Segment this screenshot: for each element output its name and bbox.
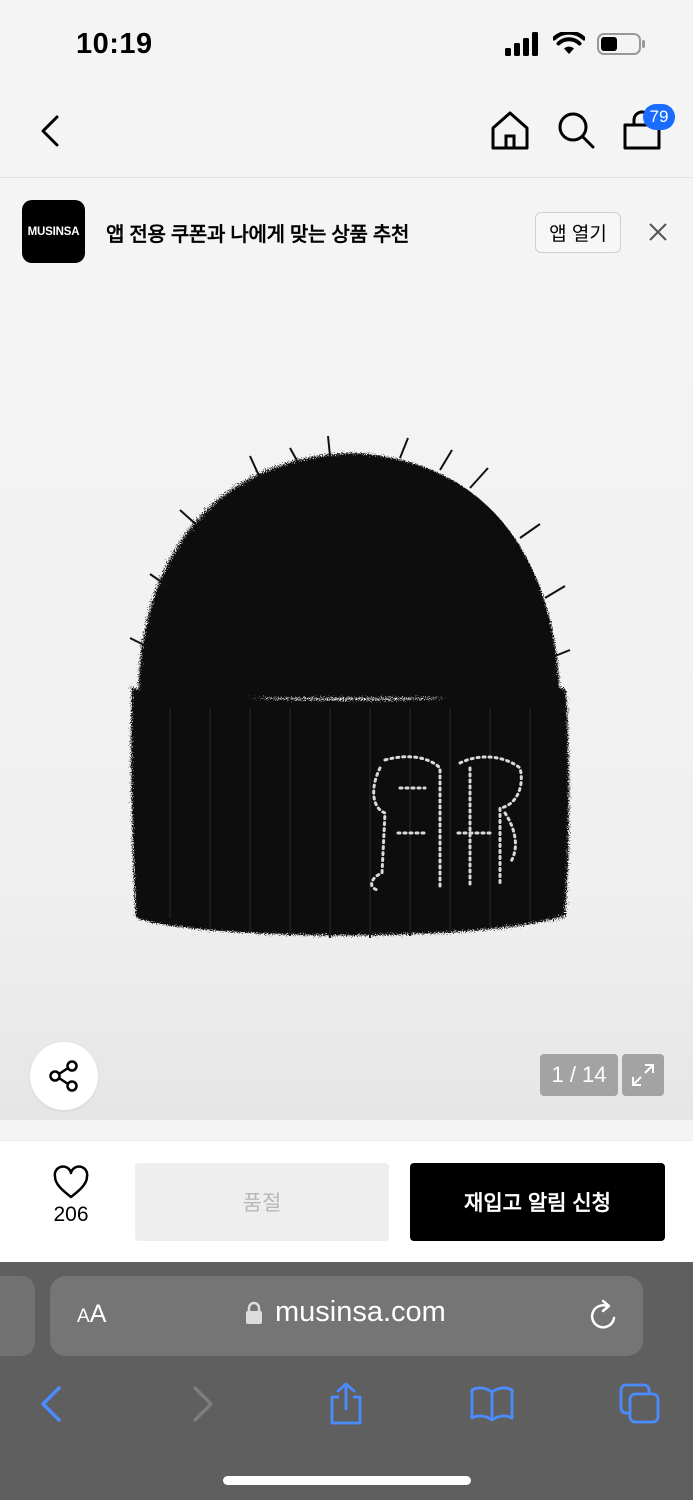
close-banner-button[interactable] bbox=[644, 218, 672, 251]
musinsa-logo: MUSINSA bbox=[22, 200, 85, 263]
status-bar: 10:19 bbox=[0, 0, 693, 90]
search-button[interactable] bbox=[555, 108, 597, 152]
home-button[interactable] bbox=[489, 108, 531, 152]
soldout-button[interactable]: 품절 bbox=[135, 1163, 389, 1241]
wifi-icon bbox=[553, 32, 585, 54]
nav-bar: 79 bbox=[0, 90, 693, 178]
chevron-left-icon bbox=[41, 1386, 61, 1422]
browser-toolbar: AA musinsa.com bbox=[0, 1262, 693, 1500]
reload-button[interactable] bbox=[587, 1298, 621, 1339]
reload-icon bbox=[590, 1299, 616, 1329]
cart-button[interactable]: 79 bbox=[621, 104, 675, 152]
close-icon bbox=[649, 223, 667, 241]
tabs-icon bbox=[619, 1383, 660, 1424]
expand-image-button[interactable] bbox=[622, 1054, 664, 1096]
share-icon bbox=[49, 1060, 78, 1092]
status-time: 10:19 bbox=[76, 28, 153, 60]
nav-actions: 79 bbox=[489, 104, 675, 152]
like-count: 206 bbox=[53, 1203, 89, 1226]
heart-icon bbox=[53, 1165, 89, 1199]
restock-alert-button[interactable]: 재입고 알림 신청 bbox=[410, 1163, 665, 1241]
search-icon bbox=[558, 112, 595, 149]
promo-text: 앱 전용 쿠폰과 나에게 맞는 상품 추천 bbox=[106, 224, 410, 246]
share-button[interactable] bbox=[30, 1042, 98, 1110]
chevron-left-icon bbox=[41, 115, 59, 147]
home-icon bbox=[491, 111, 529, 150]
battery-icon bbox=[597, 33, 645, 55]
back-button[interactable] bbox=[30, 110, 72, 152]
share-page-button[interactable] bbox=[322, 1380, 370, 1428]
tabs-button[interactable] bbox=[616, 1380, 664, 1428]
cellular-signal-icon bbox=[505, 32, 538, 56]
safari-bottom-toolbar bbox=[0, 1380, 693, 1430]
open-app-button[interactable]: 앱 열기 bbox=[535, 212, 621, 253]
url-text: musinsa.com bbox=[275, 1296, 446, 1328]
previous-tab-preview[interactable] bbox=[0, 1276, 35, 1356]
browser-back-button[interactable] bbox=[28, 1380, 76, 1428]
chevron-right-icon bbox=[193, 1386, 213, 1422]
book-icon bbox=[470, 1386, 514, 1422]
bookmarks-button[interactable] bbox=[468, 1380, 516, 1428]
cart-count-badge: 79 bbox=[643, 104, 675, 130]
expand-icon bbox=[632, 1064, 654, 1086]
lock-icon bbox=[246, 1301, 262, 1324]
like-button[interactable]: 206 bbox=[36, 1165, 106, 1227]
status-icons bbox=[505, 32, 647, 56]
home-indicator bbox=[223, 1476, 471, 1485]
app-promo-banner: MUSINSA 앱 전용 쿠폰과 나에게 맞는 상품 추천 앱 열기 bbox=[0, 178, 693, 288]
image-page-counter: 1 / 14 bbox=[540, 1054, 618, 1096]
reader-options-button[interactable]: AA bbox=[77, 1300, 106, 1329]
beanie-image bbox=[129, 435, 571, 938]
browser-forward-button[interactable] bbox=[178, 1380, 226, 1428]
share-up-icon bbox=[330, 1382, 362, 1425]
product-image-gallery[interactable]: 1 / 14 bbox=[0, 288, 693, 1120]
url-display[interactable]: musinsa.com bbox=[245, 1296, 446, 1329]
address-bar[interactable]: AA musinsa.com bbox=[50, 1276, 643, 1356]
purchase-action-bar: 206 품절 재입고 알림 신청 bbox=[0, 1140, 693, 1262]
